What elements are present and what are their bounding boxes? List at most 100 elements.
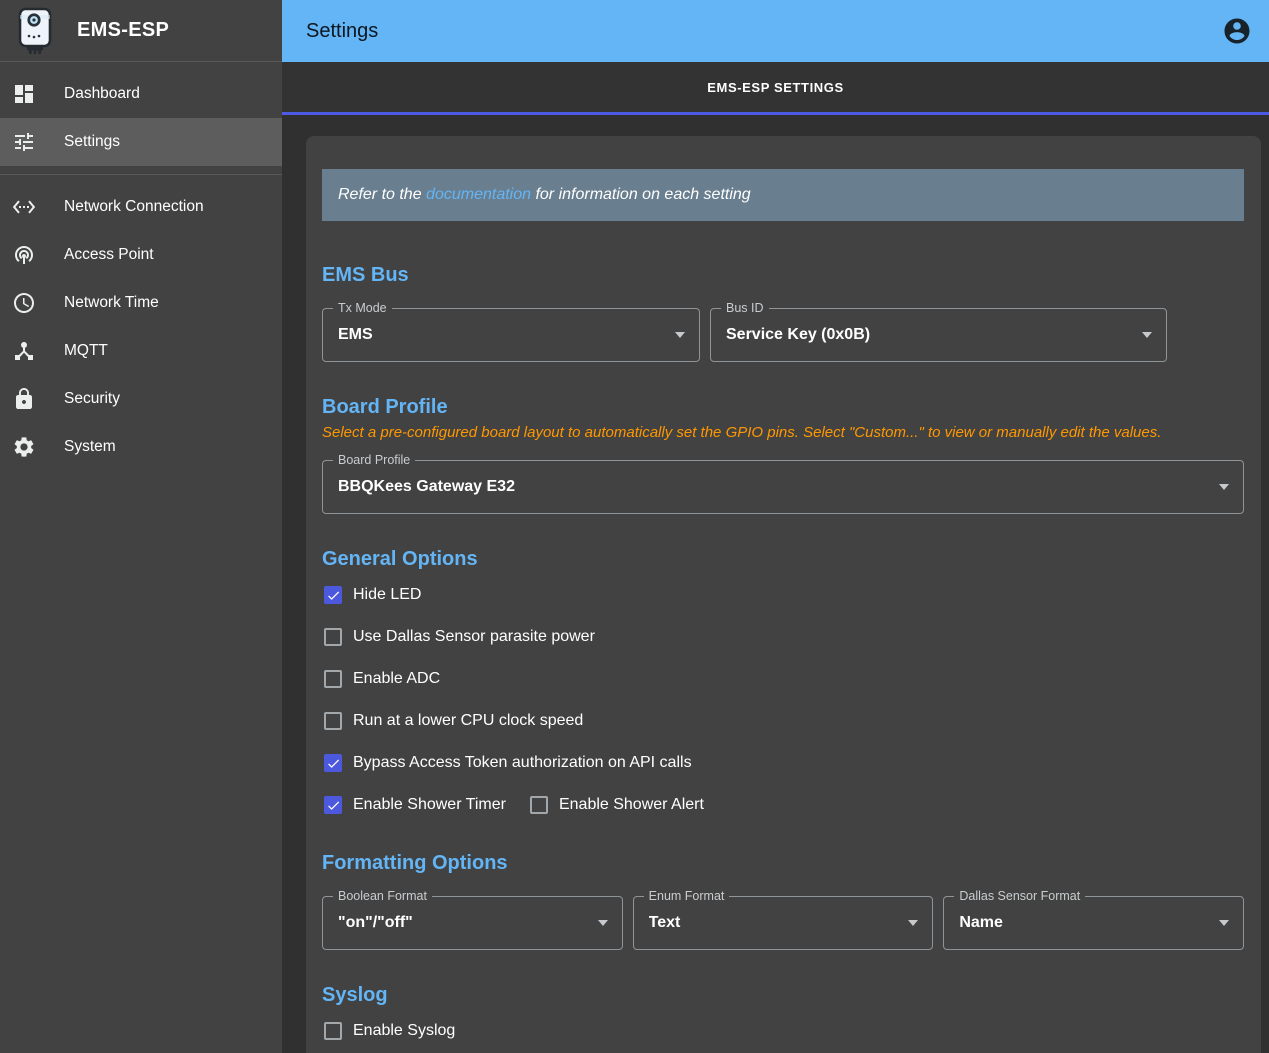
- checkbox-label: Enable ADC: [353, 670, 440, 688]
- banner-text-before: Refer to the: [338, 186, 426, 203]
- app-bar: Settings: [282, 0, 1269, 62]
- checkbox-box[interactable]: [324, 754, 342, 772]
- content-area: Refer to the documentation for informati…: [282, 115, 1269, 1053]
- select-bus-id[interactable]: Bus ID Service Key (0x0B): [710, 308, 1167, 362]
- clock-icon: [12, 291, 36, 315]
- select-label: Board Profile: [333, 453, 415, 468]
- checkbox-label: Enable Shower Timer: [353, 796, 506, 814]
- select-value: EMS: [338, 326, 675, 344]
- nav-group-secondary: Network Connection Access Point Network …: [0, 175, 282, 479]
- checkbox-enable-syslog[interactable]: Enable Syslog: [322, 1022, 455, 1040]
- select-label: Tx Mode: [333, 301, 392, 316]
- banner-text-after: for information on each setting: [531, 186, 751, 203]
- sidebar-nav: Dashboard Settings Network Connection: [0, 62, 282, 479]
- sidebar-item-access-point[interactable]: Access Point: [0, 231, 282, 279]
- tab-label: EMS-ESP SETTINGS: [707, 80, 844, 95]
- sidebar-header: EMS-ESP: [0, 0, 282, 62]
- sidebar-item-label: Network Connection: [64, 198, 204, 216]
- checkbox-lower-cpu-speed[interactable]: Run at a lower CPU clock speed: [322, 712, 583, 730]
- checkbox-box[interactable]: [324, 628, 342, 646]
- checkbox-box[interactable]: [324, 670, 342, 688]
- select-value: BBQKees Gateway E32: [338, 478, 1219, 496]
- checkbox-box[interactable]: [324, 1022, 342, 1040]
- checkbox-label: Enable Shower Alert: [559, 796, 704, 814]
- checkbox-label: Run at a lower CPU clock speed: [353, 712, 583, 730]
- checkbox-box[interactable]: [324, 712, 342, 730]
- section-title-ems-bus: EMS Bus: [322, 264, 1244, 287]
- info-banner-text: Refer to the documentation for informati…: [338, 186, 751, 204]
- board-profile-hint: Select a pre-configured board layout to …: [322, 424, 1244, 441]
- checkbox-enable-adc[interactable]: Enable ADC: [322, 670, 440, 688]
- section-title-syslog: Syslog: [322, 984, 1244, 1007]
- select-value: Name: [959, 914, 1219, 932]
- sidebar-item-label: Security: [64, 390, 120, 408]
- sidebar-item-dashboard[interactable]: Dashboard: [0, 70, 282, 118]
- sidebar-item-label: Network Time: [64, 294, 159, 312]
- checkbox-label: Bypass Access Token authorization on API…: [353, 754, 692, 772]
- select-label: Dallas Sensor Format: [954, 889, 1085, 904]
- checkbox-row: Enable ADC: [322, 658, 1244, 700]
- checkbox-row: Use Dallas Sensor parasite power: [322, 616, 1244, 658]
- documentation-link[interactable]: documentation: [426, 186, 531, 203]
- lock-icon: [12, 387, 36, 411]
- select-label: Boolean Format: [333, 889, 432, 904]
- select-value: Text: [649, 914, 909, 932]
- sidebar-item-network-connection[interactable]: Network Connection: [0, 183, 282, 231]
- select-boolean-format[interactable]: Boolean Format "on"/"off": [322, 896, 623, 950]
- check-icon: [326, 756, 341, 771]
- sidebar-item-label: Access Point: [64, 246, 154, 264]
- checkbox-dallas-parasite[interactable]: Use Dallas Sensor parasite power: [322, 628, 595, 646]
- sidebar-item-label: Settings: [64, 133, 120, 151]
- main-area: Settings EMS-ESP SETTINGS Refer to the d…: [282, 0, 1269, 1053]
- checkbox-shower-timer[interactable]: Enable Shower Timer: [322, 796, 506, 814]
- checkbox-row: Hide LED: [322, 574, 1244, 616]
- check-icon: [326, 588, 341, 603]
- select-tx-mode[interactable]: Tx Mode EMS: [322, 308, 700, 362]
- tab-ems-esp-settings[interactable]: EMS-ESP SETTINGS: [282, 62, 1269, 115]
- checkbox-row: Bypass Access Token authorization on API…: [322, 742, 1244, 784]
- board-profile-fields: Board Profile BBQKees Gateway E32: [322, 460, 1244, 514]
- sidebar-item-security[interactable]: Security: [0, 375, 282, 423]
- account-button[interactable]: [1215, 9, 1259, 53]
- checkbox-hide-led[interactable]: Hide LED: [322, 586, 421, 604]
- select-value: "on"/"off": [338, 914, 598, 932]
- account-circle-icon: [1222, 16, 1252, 46]
- sidebar-item-mqtt[interactable]: MQTT: [0, 327, 282, 375]
- select-label: Enum Format: [644, 889, 730, 904]
- check-icon: [326, 798, 341, 813]
- sidebar: EMS-ESP Dashboard Settings: [0, 0, 282, 1053]
- dashboard-icon: [12, 82, 36, 106]
- checkbox-box[interactable]: [530, 796, 548, 814]
- sidebar-item-label: Dashboard: [64, 85, 140, 103]
- checkbox-shower-alert[interactable]: Enable Shower Alert: [528, 796, 704, 814]
- info-banner: Refer to the documentation for informati…: [322, 169, 1244, 221]
- dropdown-arrow-icon: [598, 920, 608, 926]
- select-board-profile[interactable]: Board Profile BBQKees Gateway E32: [322, 460, 1244, 514]
- ems-esp-logo-icon: [17, 7, 53, 55]
- dropdown-arrow-icon: [1142, 332, 1152, 338]
- checkbox-box[interactable]: [324, 586, 342, 604]
- checkbox-box[interactable]: [324, 796, 342, 814]
- app-title: EMS-ESP: [77, 19, 169, 42]
- sidebar-item-settings[interactable]: Settings: [0, 118, 282, 166]
- sidebar-item-label: System: [64, 438, 116, 456]
- select-enum-format[interactable]: Enum Format Text: [633, 896, 934, 950]
- nav-group-primary: Dashboard Settings: [0, 62, 282, 174]
- dropdown-arrow-icon: [1219, 920, 1229, 926]
- sidebar-item-label: MQTT: [64, 342, 108, 360]
- select-label: Bus ID: [721, 301, 769, 316]
- wifi-tethering-icon: [12, 243, 36, 267]
- select-dallas-sensor-format[interactable]: Dallas Sensor Format Name: [943, 896, 1244, 950]
- app-root: EMS-ESP Dashboard Settings: [0, 0, 1269, 1053]
- select-value: Service Key (0x0B): [726, 326, 1142, 344]
- checkbox-bypass-token[interactable]: Bypass Access Token authorization on API…: [322, 754, 692, 772]
- checkbox-label: Use Dallas Sensor parasite power: [353, 628, 595, 646]
- checkbox-label: Hide LED: [353, 586, 421, 604]
- sidebar-item-system[interactable]: System: [0, 423, 282, 471]
- gear-icon: [12, 435, 36, 459]
- sidebar-item-network-time[interactable]: Network Time: [0, 279, 282, 327]
- formatting-fields: Boolean Format "on"/"off" Enum Format Te…: [322, 896, 1244, 950]
- dropdown-arrow-icon: [675, 332, 685, 338]
- section-title-board-profile: Board Profile: [322, 396, 1244, 419]
- settings-card: Refer to the documentation for informati…: [306, 136, 1261, 1053]
